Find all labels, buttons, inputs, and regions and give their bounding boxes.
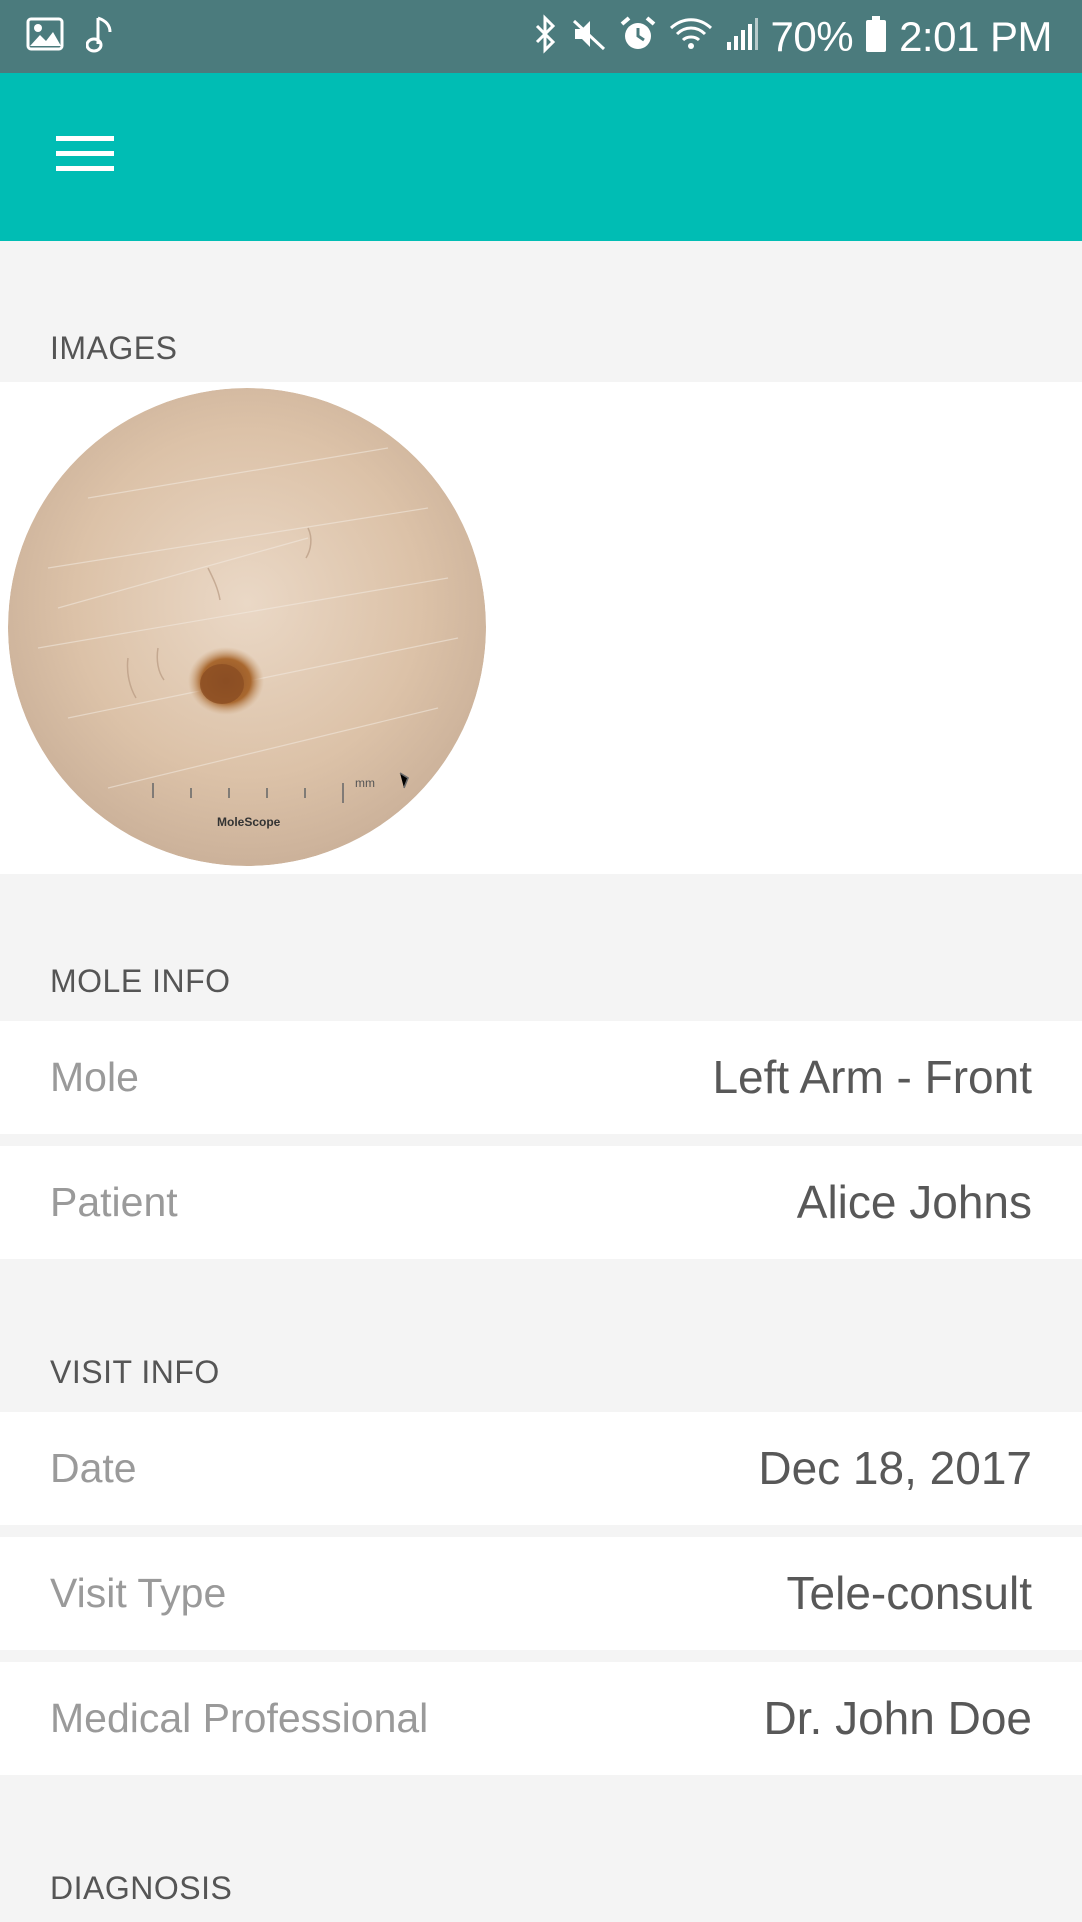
status-bar: 70% 2:01 PM	[0, 0, 1082, 73]
visit-type-label: Visit Type	[50, 1570, 227, 1616]
menu-icon	[56, 134, 114, 179]
image-scale-unit: mm	[355, 776, 375, 790]
app-screen: 70% 2:01 PM IMAGES mm MoleScope MOLE INF…	[0, 0, 1082, 1922]
status-left-icons	[26, 0, 116, 73]
mole-info-section-header: MOLE INFO	[50, 963, 231, 999]
visit-info-section-header: VISIT INFO	[50, 1354, 220, 1390]
date-value: Dec 18, 2017	[758, 1442, 1032, 1494]
signal-icon	[725, 16, 759, 57]
patient-row[interactable]: Patient Alice Johns	[0, 1146, 1082, 1259]
mole-value: Left Arm - Front	[712, 1051, 1032, 1103]
bluetooth-icon	[533, 14, 559, 59]
alarm-icon	[619, 15, 657, 58]
mute-icon	[571, 16, 607, 57]
medical-professional-value: Dr. John Doe	[763, 1692, 1032, 1744]
visit-type-value: Tele-consult	[786, 1567, 1032, 1619]
status-right-icons: 70% 2:01 PM	[533, 0, 1052, 73]
mole-label: Mole	[50, 1054, 139, 1100]
menu-button[interactable]	[40, 118, 130, 194]
image-icon	[26, 16, 64, 57]
images-section-header: IMAGES	[50, 330, 178, 366]
battery-percent: 70%	[770, 13, 854, 60]
image-brand-label: MoleScope	[217, 815, 281, 829]
mole-row[interactable]: Mole Left Arm - Front	[0, 1021, 1082, 1134]
mole-image-thumbnail[interactable]: mm MoleScope	[8, 388, 486, 866]
medical-professional-label: Medical Professional	[50, 1695, 429, 1741]
date-label: Date	[50, 1445, 137, 1491]
visit-type-row[interactable]: Visit Type Tele-consult	[0, 1537, 1082, 1650]
medical-professional-row[interactable]: Medical Professional Dr. John Doe	[0, 1662, 1082, 1775]
battery-icon	[865, 15, 887, 58]
patient-label: Patient	[50, 1179, 178, 1225]
music-note-icon	[85, 14, 116, 59]
wifi-icon	[669, 16, 713, 57]
diagnosis-section-header: DIAGNOSIS	[50, 1870, 233, 1906]
clock: 2:01 PM	[899, 13, 1052, 60]
date-row[interactable]: Date Dec 18, 2017	[0, 1412, 1082, 1525]
app-bar	[0, 73, 1082, 241]
patient-value: Alice Johns	[796, 1176, 1032, 1228]
